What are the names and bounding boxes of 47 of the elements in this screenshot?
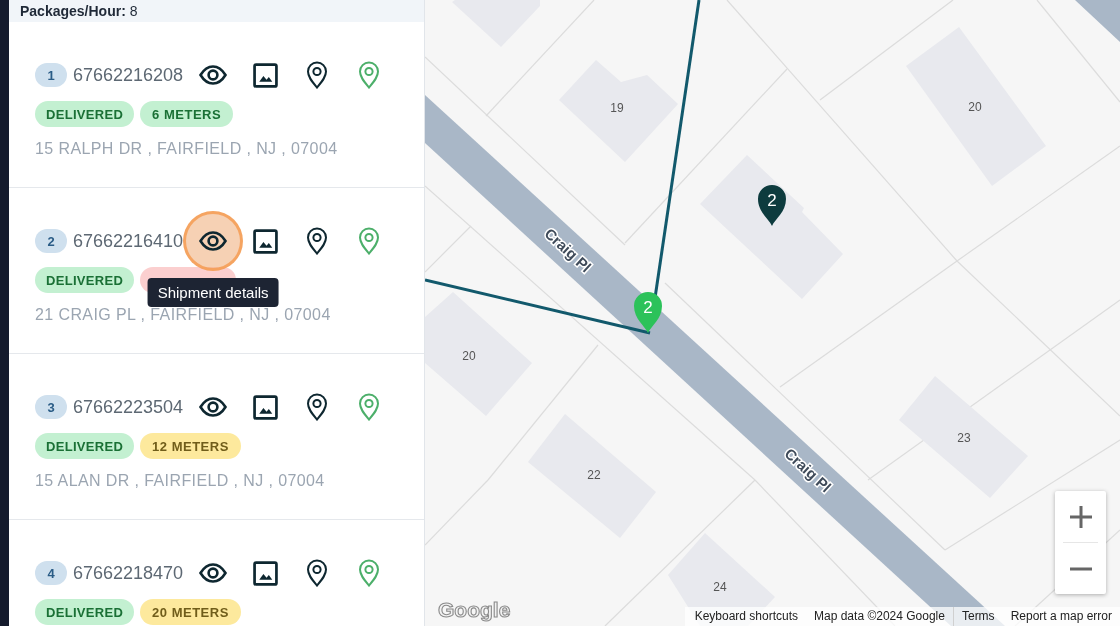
house-number: 22 — [587, 468, 601, 482]
image-icon[interactable] — [252, 62, 278, 88]
attribution-link[interactable]: Terms — [952, 607, 1003, 626]
delivery-address: 15 ALAN DR , FAIRFIELD , NJ , 07004 — [35, 472, 326, 490]
attribution-link[interactable]: Report a map error — [1002, 607, 1120, 626]
image-icon[interactable] — [252, 560, 278, 586]
attribution-link[interactable]: Map data ©2024 Google — [806, 607, 953, 626]
stop-number: 1 — [35, 63, 67, 87]
eye-icon[interactable] — [199, 65, 228, 85]
eye-icon[interactable] — [199, 397, 228, 417]
minus-icon — [1069, 566, 1092, 571]
map-pin-icon[interactable] — [306, 227, 329, 255]
map-provider-logo: Google — [438, 598, 511, 622]
status-badge: DELIVERED — [35, 599, 135, 625]
image-icon[interactable] — [252, 228, 278, 254]
tooltip: Shipment details — [147, 278, 279, 307]
distance-badge: 20 METERS — [140, 599, 241, 625]
tracking-number: 67662216410 — [73, 230, 184, 252]
house-number: 23 — [957, 431, 971, 445]
map-pin-icon[interactable] — [306, 559, 329, 587]
eye-icon[interactable] — [199, 563, 228, 583]
eye-icon[interactable] — [199, 231, 228, 251]
delivery-address: 15 RALPH DR , FAIRFIELD , NJ , 07004 — [35, 140, 339, 158]
house-number: 24 — [713, 580, 727, 594]
tracking-number: 67662218470 — [73, 562, 184, 584]
tracking-number: 67662223504 — [73, 396, 184, 418]
status-badge: DELIVERED — [35, 433, 135, 459]
plus-icon — [1069, 505, 1092, 528]
status-badge: DELIVERED — [35, 101, 135, 127]
map-pin-icon[interactable] — [306, 393, 329, 421]
house-number: 19 — [610, 101, 624, 115]
house-number: 20 — [968, 100, 982, 114]
stop-number: 3 — [35, 395, 67, 419]
distance-badge: 12 METERS — [140, 433, 241, 459]
distance-badge: 6 METERS — [140, 101, 234, 127]
status-badge: DELIVERED — [35, 267, 135, 293]
packages-per-hour: Packages/Hour: 8 — [20, 2, 138, 20]
map-marker[interactable]: 2 — [758, 185, 786, 226]
stop-number: 2 — [35, 229, 67, 253]
image-icon[interactable] — [252, 394, 278, 420]
delivery-address: 21 CRAIG PL , FAIRFIELD , NJ , 07004 — [35, 306, 332, 324]
road — [1075, 0, 1120, 42]
stop-number: 4 — [35, 561, 67, 585]
tracking-number: 67662216208 — [73, 64, 184, 86]
map-pin-icon[interactable] — [306, 61, 329, 89]
attribution-link[interactable]: Keyboard shortcuts — [686, 607, 806, 626]
house-number: 20 — [462, 349, 476, 363]
